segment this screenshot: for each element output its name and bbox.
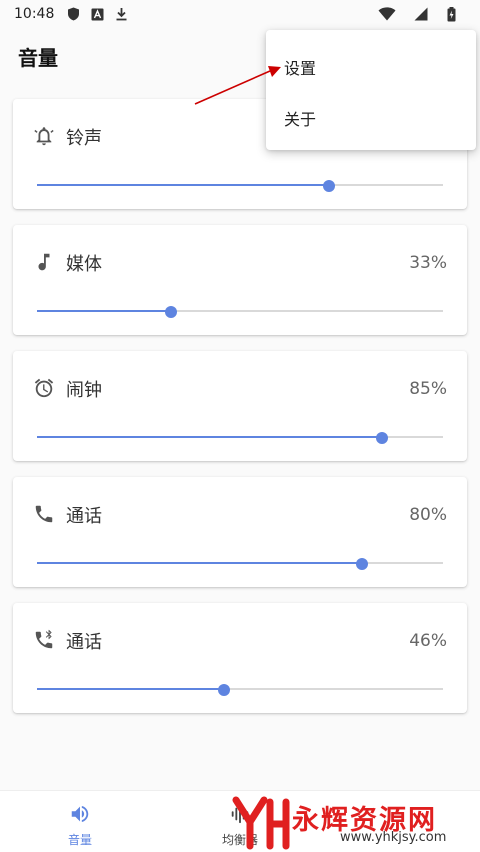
slider-thumb[interactable] [323,180,336,192]
battery-charging-icon [446,6,456,21]
status-bar: 10:48 [0,0,480,28]
wifi-icon [378,7,396,21]
volume-card-media: 媒体 33% [13,225,467,335]
card-percent: 80% [409,505,447,525]
volume-card-call: 通话 80% [13,477,467,587]
volume-card-alarm: 闹钟 85% [13,351,467,461]
download-icon [114,7,128,21]
card-label: 媒体 [66,254,102,275]
slider-thumb[interactable] [376,432,389,444]
slider-thumb[interactable] [355,558,368,570]
shield-icon [66,7,80,21]
volume-slider[interactable] [37,430,443,446]
font-app-icon [90,7,104,21]
watermark-url: www.yhkjsy.com [340,830,447,845]
signal-icon [414,7,428,21]
slider-fill [37,562,362,564]
volume-slider[interactable] [37,556,443,572]
volume-card-bluetooth-call: 通话 46% [13,603,467,713]
music-note-icon [33,251,55,273]
alarm-icon [33,377,55,399]
volume-icon [68,803,92,825]
nav-item-volume[interactable]: 音量 [30,791,130,852]
phone-icon [33,503,55,525]
volume-slider[interactable] [37,304,443,320]
slider-fill [37,688,224,690]
volume-slider[interactable] [37,682,443,698]
slider-fill [37,310,171,312]
overflow-menu: 设置 关于 [266,30,476,150]
card-label: 闹钟 [66,380,102,401]
menu-item-settings[interactable]: 设置 [284,55,316,79]
slider-fill [37,436,383,438]
watermark: 永辉资源网 www.yhkjsy.com [230,792,480,852]
card-percent: 46% [409,631,447,651]
status-time: 10:48 [14,6,55,22]
card-percent: 85% [409,379,447,399]
page-title: 音量 [18,46,58,70]
card-label: 通话 [66,506,102,527]
card-percent: 33% [409,253,447,273]
watermark-logo [232,796,290,850]
bell-icon [33,125,55,147]
slider-thumb[interactable] [164,306,177,318]
slider-thumb[interactable] [217,684,230,696]
card-label: 通话 [66,632,102,653]
nav-label: 音量 [67,833,92,847]
menu-item-about[interactable]: 关于 [284,106,316,130]
volume-slider[interactable] [37,178,443,194]
slider-fill [37,184,330,186]
card-label: 铃声 [66,128,102,149]
bluetooth-phone-icon [33,629,55,651]
